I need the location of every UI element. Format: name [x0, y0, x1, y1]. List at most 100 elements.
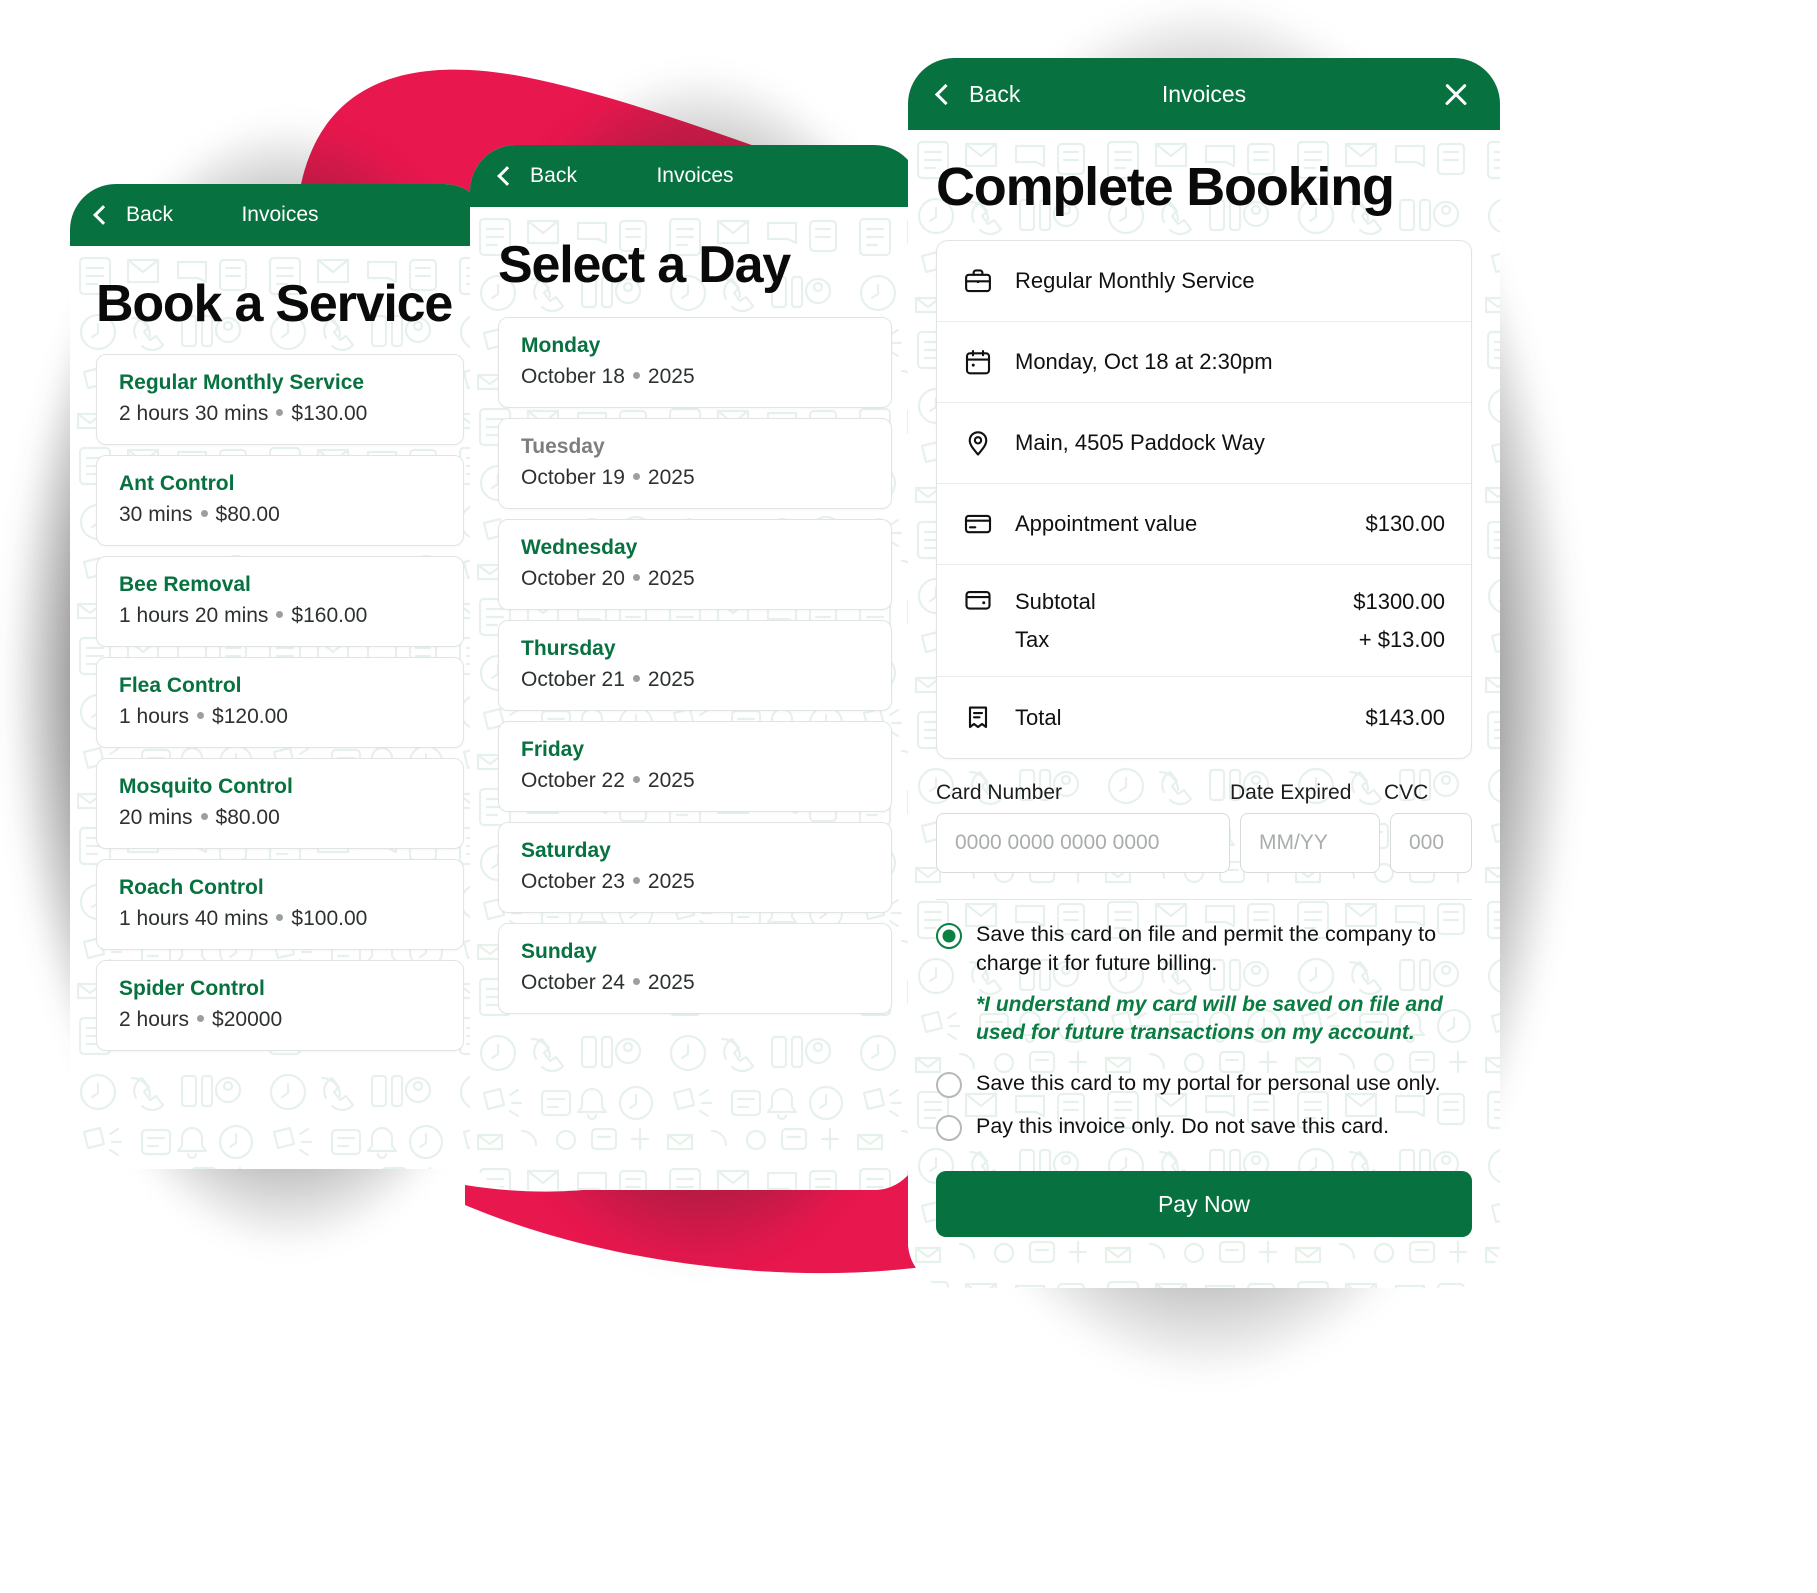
wallet-icon [963, 579, 1015, 662]
list-item[interactable]: Bee Removal 1 hours 20 mins $160.00 [96, 556, 464, 647]
day-weekday: Tuesday [521, 435, 605, 458]
list-item[interactable]: Sunday October 24 2025 [498, 923, 892, 1014]
separator-dot-icon [632, 877, 640, 885]
phone-screen-select-a-day: Back Invoices Select a Day Monday Octobe… [470, 145, 920, 1190]
payment-inputs-row: 0000 0000 0000 0000 MM/YY 000 [936, 813, 1472, 873]
back-button[interactable]: Back [126, 203, 173, 227]
day-year-text: 2025 [647, 466, 695, 489]
list-item[interactable]: Thursday October 21 2025 [498, 620, 892, 711]
separator-dot-icon [632, 978, 640, 986]
day-year-text: 2025 [647, 769, 695, 792]
select-day-screen-body: Select a Day Monday October 18 2025 Tuesd… [470, 207, 920, 1190]
day-weekday: Monday [521, 334, 601, 357]
chevron-left-icon[interactable] [934, 83, 957, 105]
day-year-text: 2025 [647, 971, 695, 994]
summary-label: Main, 4505 Paddock Way [1015, 430, 1265, 455]
day-list: Monday October 18 2025 Tuesday October 19… [470, 317, 920, 1014]
back-button[interactable]: Back [530, 164, 577, 188]
service-price: $100.00 [291, 907, 368, 930]
radio-button-icon[interactable] [936, 1115, 962, 1142]
radio-option-pay-only[interactable]: Pay this invoice only. Do not save this … [936, 1112, 1472, 1142]
list-item[interactable]: Monday October 18 2025 [498, 317, 892, 408]
summary-label: Regular Monthly Service [1015, 268, 1255, 293]
service-duration: 30 mins [119, 503, 193, 526]
service-name: Ant Control [119, 472, 235, 495]
service-meta: 2 hours $20000 [119, 1008, 441, 1032]
page-title: Book a Service [96, 275, 453, 333]
chevron-left-icon[interactable] [93, 205, 113, 225]
cvc-label: CVC [1384, 781, 1429, 804]
pay-now-button[interactable]: Pay Now [936, 1171, 1472, 1238]
day-weekday: Wednesday [521, 536, 638, 559]
list-item[interactable]: Friday October 22 2025 [498, 721, 892, 812]
service-name: Regular Monthly Service [119, 371, 365, 394]
summary-row-appointment-value: Appointment value $130.00 [937, 484, 1471, 565]
date-expired-input[interactable]: MM/YY [1240, 813, 1380, 873]
day-date: October 24 2025 [521, 971, 869, 995]
separator-dot-icon [632, 776, 640, 784]
day-weekday: Saturday [521, 839, 611, 862]
day-date: October 21 2025 [521, 668, 869, 692]
service-price: $160.00 [291, 604, 368, 627]
separator-dot-icon [276, 409, 284, 417]
summary-label: Total [1015, 704, 1062, 730]
radio-button-icon[interactable] [936, 1072, 962, 1099]
list-item[interactable]: Roach Control 1 hours 40 mins $100.00 [96, 859, 464, 950]
day-date-text: October 21 [521, 668, 625, 691]
service-duration: 1 hours 40 mins [119, 907, 269, 930]
payment-form: Card Number Date Expired CVC 0000 0000 0… [908, 759, 1500, 873]
card-number-input[interactable]: 0000 0000 0000 0000 [936, 813, 1230, 873]
day-date: October 22 2025 [521, 769, 869, 793]
list-item[interactable]: Wednesday October 20 2025 [498, 519, 892, 610]
day-date: October 18 2025 [521, 365, 869, 389]
card-number-label: Card Number [936, 781, 1063, 804]
day-date-text: October 20 [521, 567, 625, 590]
list-item[interactable]: Flea Control 1 hours $120.00 [96, 657, 464, 748]
separator-dot-icon [197, 712, 205, 720]
payment-field-labels: Card Number Date Expired CVC [936, 781, 1472, 805]
service-price: $120.00 [212, 705, 288, 728]
radio-option-label: Pay this invoice only. Do not save this … [976, 1114, 1390, 1139]
service-name: Roach Control [119, 876, 264, 899]
service-duration: 1 hours 20 mins [119, 604, 269, 627]
separator-dot-icon [632, 473, 640, 481]
summary-value: $143.00 [1365, 704, 1445, 730]
separator-dot-icon [276, 914, 284, 922]
credit-card-icon [963, 509, 1015, 539]
day-year-text: 2025 [647, 870, 695, 893]
page-title: Complete Booking [936, 157, 1395, 217]
service-name: Spider Control [119, 977, 265, 1000]
day-date-text: October 22 [521, 769, 625, 792]
day-date-text: October 19 [521, 466, 625, 489]
summary-row-datetime: Monday, Oct 18 at 2:30pm [937, 322, 1471, 403]
service-price: $130.00 [291, 402, 368, 425]
service-name: Mosquito Control [119, 775, 293, 798]
day-date-text: October 23 [521, 870, 625, 893]
list-item[interactable]: Saturday October 23 2025 [498, 822, 892, 913]
list-item[interactable]: Spider Control 2 hours $20000 [96, 960, 464, 1051]
service-list: Regular Monthly Service 2 hours 30 mins $… [70, 354, 490, 1051]
card-save-options: Save this card on file and permit the co… [908, 900, 1500, 1142]
close-icon[interactable] [1442, 80, 1470, 108]
nav-bar-complete-booking: Back Invoices [908, 58, 1500, 130]
service-price: $80.00 [215, 806, 280, 829]
complete-booking-screen-body: Complete Booking Regular Monthly Service… [908, 130, 1500, 1288]
list-item[interactable]: Regular Monthly Service 2 hours 30 mins $… [96, 354, 464, 445]
radio-button-selected-icon[interactable] [936, 923, 962, 949]
cvc-input[interactable]: 000 [1390, 813, 1472, 873]
radio-option-save-and-charge[interactable]: Save this card on file and permit the co… [936, 920, 1472, 977]
summary-label: Subtotal [1015, 588, 1096, 614]
chevron-left-icon[interactable] [497, 166, 517, 186]
pay-now-bar: Pay Now [908, 1155, 1500, 1259]
summary-value: $130.00 [1365, 511, 1445, 536]
service-price: $20000 [212, 1008, 283, 1031]
list-item[interactable]: Ant Control 30 mins $80.00 [96, 455, 464, 546]
service-name: Bee Removal [119, 573, 251, 596]
back-button[interactable]: Back [969, 81, 1021, 108]
phone-screen-book-a-service: Back Invoices Book a Service Regular Mon… [70, 184, 490, 1169]
list-item[interactable]: Mosquito Control 20 mins $80.00 [96, 758, 464, 849]
summary-value-tax: + $13.00 [1358, 626, 1445, 652]
radio-option-save-to-portal[interactable]: Save this card to my portal for personal… [936, 1069, 1472, 1099]
service-meta: 30 mins $80.00 [119, 503, 441, 527]
summary-label: Monday, Oct 18 at 2:30pm [1015, 349, 1273, 374]
